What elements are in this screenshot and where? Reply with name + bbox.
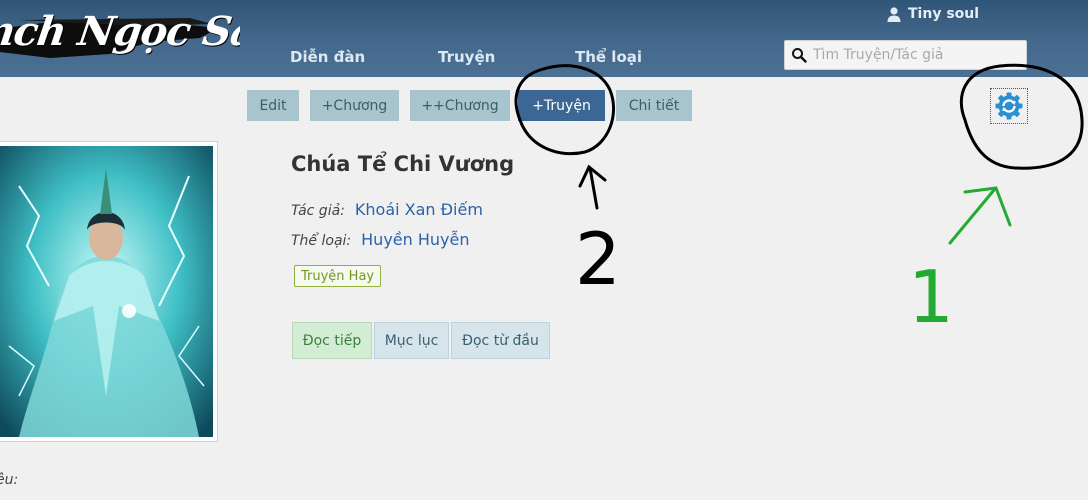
read-from-start-button[interactable]: Đọc từ đầu	[451, 322, 550, 359]
book-cover[interactable]	[0, 141, 218, 442]
table-of-contents-button[interactable]: Mục lục	[374, 322, 449, 359]
site-logo[interactable]: nch Ngọc Sách	[0, 0, 240, 77]
user-name: Tiny soul	[908, 6, 980, 22]
search-input[interactable]	[813, 47, 1023, 63]
annotation-number-1: 1	[908, 255, 954, 339]
description-label: ệu:	[0, 472, 19, 488]
cover-illustration	[0, 146, 213, 437]
author-label: Tác giả:	[291, 203, 345, 219]
add-story-button[interactable]: +Truyện	[518, 90, 605, 121]
gear-refresh-icon	[995, 92, 1023, 120]
details-button[interactable]: Chi tiết	[616, 90, 692, 121]
add-chapter-button[interactable]: +Chương	[310, 90, 399, 121]
arrow-2-shaft	[588, 166, 599, 210]
arrow-2-head	[578, 164, 607, 188]
arrow-1-head	[963, 186, 1012, 227]
annotation-number-2: 2	[575, 217, 621, 301]
tag-badge[interactable]: Truyện Hay	[294, 265, 382, 287]
arrow-1-shaft	[948, 188, 996, 245]
search-box	[784, 40, 1027, 70]
nav-truyen[interactable]: Truyện	[438, 48, 495, 66]
genre-label: Thể loại:	[291, 233, 352, 249]
book-title: Chúa Tể Chi Vương	[291, 152, 515, 176]
search-icon[interactable]	[791, 47, 807, 63]
author-row: Tác giả: Khoái Xan Điếm	[291, 200, 483, 219]
logo-text: nch Ngọc Sách	[0, 8, 240, 55]
nav-the-loai[interactable]: Thể loại	[575, 48, 642, 66]
author-link[interactable]: Khoái Xan Điếm	[355, 200, 483, 219]
settings-button[interactable]	[990, 88, 1028, 124]
genre-row: Thể loại: Huyền Huyễn	[291, 230, 469, 249]
continue-reading-button[interactable]: Đọc tiếp	[292, 322, 372, 359]
header-bar: nch Ngọc Sách Diễn đàn Truyện Thể loại T…	[0, 0, 1088, 77]
genre-link[interactable]: Huyền Huyễn	[361, 230, 469, 249]
edit-button[interactable]: Edit	[247, 90, 299, 121]
user-icon	[887, 7, 901, 22]
add-chapters-bulk-button[interactable]: ++Chương	[410, 90, 510, 121]
nav-dien-dan[interactable]: Diễn đàn	[290, 48, 365, 66]
user-menu[interactable]: Tiny soul	[886, 4, 979, 24]
